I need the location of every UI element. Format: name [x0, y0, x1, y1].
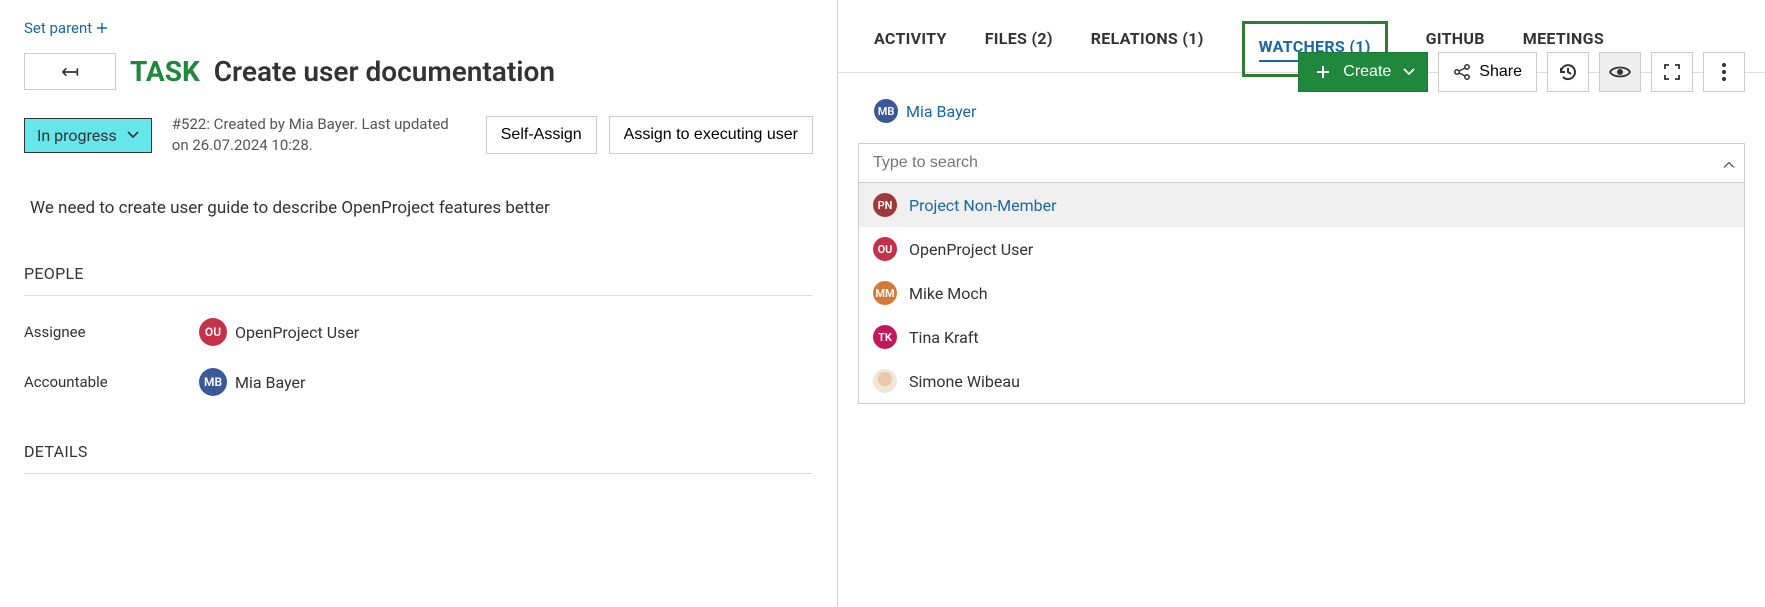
self-assign-button[interactable]: Self-Assign	[486, 116, 597, 154]
avatar: MB	[874, 99, 898, 123]
more-menu-button[interactable]	[1703, 52, 1745, 92]
people-heading: PEOPLE	[24, 264, 813, 296]
avatar: OU	[873, 237, 897, 261]
status-dropdown[interactable]: In progress	[24, 118, 152, 153]
option-name: Simone Wibeau	[909, 372, 1020, 391]
task-title[interactable]: Create user documentation	[214, 55, 555, 88]
back-button[interactable]	[24, 53, 116, 90]
assignee-value[interactable]: OU OpenProject User	[199, 318, 359, 346]
avatar: PN	[873, 193, 897, 217]
meta-info: #522: Created by Mia Bayer. Last updated…	[172, 114, 452, 156]
option-name: Project Non-Member	[909, 196, 1057, 215]
set-parent-link[interactable]: Set parent	[24, 19, 108, 37]
accountable-value[interactable]: MB Mia Bayer	[199, 368, 305, 396]
collapse-arrow-icon[interactable]	[1723, 154, 1735, 173]
chevron-down-icon	[127, 131, 139, 139]
details-heading: DETAILS	[24, 442, 813, 474]
option-name: Tina Kraft	[909, 328, 979, 347]
status-label: In progress	[37, 126, 117, 145]
history-icon	[1557, 61, 1579, 83]
back-arrow-icon	[59, 61, 81, 83]
share-icon	[1453, 63, 1471, 81]
history-button[interactable]	[1547, 52, 1589, 92]
watcher-dropdown: PN Project Non-Member OU OpenProject User MM…	[858, 183, 1745, 404]
set-parent-label: Set parent	[24, 19, 92, 37]
watcher-search-input[interactable]	[858, 143, 1745, 183]
fullscreen-button[interactable]	[1651, 52, 1693, 92]
watcher-item[interactable]: MB Mia Bayer	[874, 99, 976, 123]
create-button[interactable]: Create	[1298, 52, 1428, 92]
tab-activity[interactable]: ACTIVITY	[874, 29, 947, 68]
dropdown-option[interactable]: TK Tina Kraft	[859, 315, 1744, 359]
dropdown-option[interactable]: MM Mike Moch	[859, 271, 1744, 315]
task-description[interactable]: We need to create user guide to describe…	[24, 198, 813, 218]
dropdown-option[interactable]: Simone Wibeau	[859, 359, 1744, 403]
watcher-name: Mia Bayer	[906, 102, 976, 121]
plus-icon	[1315, 64, 1331, 80]
assignee-label: Assignee	[24, 323, 199, 341]
tab-relations[interactable]: RELATIONS (1)	[1091, 29, 1204, 68]
avatar: TK	[873, 325, 897, 349]
task-type-label: TASK	[130, 55, 200, 88]
expand-icon	[1663, 63, 1681, 81]
avatar	[873, 369, 897, 393]
assign-executing-button[interactable]: Assign to executing user	[609, 116, 813, 154]
share-button[interactable]: Share	[1438, 52, 1537, 92]
avatar: MM	[873, 281, 897, 305]
accountable-label: Accountable	[24, 373, 199, 391]
avatar: OU	[199, 318, 227, 346]
avatar: MB	[199, 368, 227, 396]
option-name: Mike Moch	[909, 284, 988, 303]
accountable-name: Mia Bayer	[235, 373, 305, 392]
tab-files[interactable]: FILES (2)	[985, 29, 1053, 68]
option-name: OpenProject User	[909, 240, 1033, 259]
create-label: Create	[1343, 63, 1391, 81]
kebab-icon	[1721, 62, 1727, 82]
plus-icon	[96, 22, 108, 34]
watch-button[interactable]	[1599, 52, 1641, 92]
assignee-name: OpenProject User	[235, 323, 359, 342]
dropdown-option[interactable]: OU OpenProject User	[859, 227, 1744, 271]
share-label: Share	[1479, 63, 1522, 81]
chevron-down-icon	[1403, 68, 1415, 76]
dropdown-option[interactable]: PN Project Non-Member	[859, 183, 1744, 227]
eye-icon	[1609, 65, 1631, 79]
